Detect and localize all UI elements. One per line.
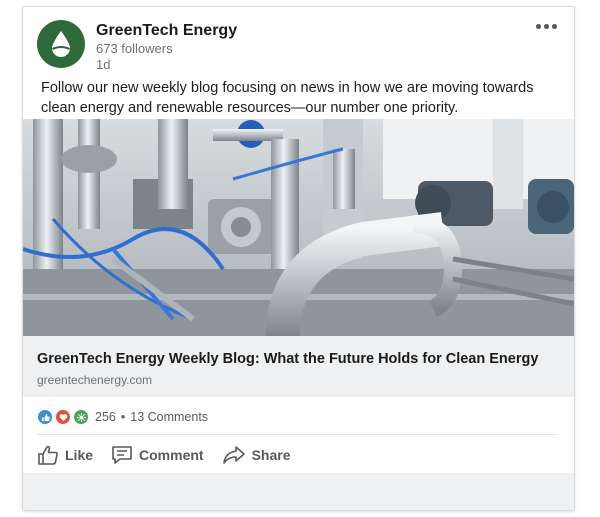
share-label: Share (251, 447, 291, 463)
more-dot-icon (552, 23, 557, 29)
comment-section-band (23, 473, 574, 510)
like-reaction-icon (37, 409, 53, 425)
like-label: Like (65, 447, 94, 463)
post-header: GreenTech Energy 673 followers 1d (23, 7, 574, 77)
share-icon (222, 446, 245, 464)
like-button[interactable]: Like (37, 445, 93, 465)
post-text: Follow our new weekly blog focusing on n… (41, 80, 534, 116)
industrial-pipes-illustration (23, 119, 574, 336)
water-drop-icon (52, 31, 70, 57)
reaction-icons[interactable] (37, 409, 91, 425)
company-name[interactable]: GreenTech Energy (96, 22, 237, 40)
celebrate-reaction-icon (73, 409, 89, 425)
post-card: GreenTech Energy 673 followers 1d Follow… (22, 6, 575, 511)
post-actions: Like Comment Share (37, 440, 309, 470)
thumbs-up-icon (38, 445, 58, 465)
comment-button[interactable]: Comment (111, 445, 204, 465)
love-reaction-icon (55, 409, 71, 425)
more-dot-icon (536, 23, 541, 29)
action-divider (37, 434, 557, 435)
more-options-button[interactable] (536, 21, 560, 31)
comment-icon (112, 446, 132, 464)
share-button[interactable]: Share (222, 445, 291, 465)
post-time: 1d (96, 57, 111, 72)
link-domain: greentechenergy.com (37, 373, 153, 387)
link-title[interactable]: GreenTech Energy Weekly Blog: What the F… (37, 351, 538, 367)
more-dot-icon (544, 23, 549, 29)
comments-count-link[interactable]: 13 Comments (130, 410, 208, 424)
separator-dot: • (120, 410, 126, 424)
follower-count: 673 followers (96, 41, 173, 56)
company-logo[interactable] (37, 20, 85, 68)
social-counts: 256 • 13 Comments (37, 407, 208, 427)
link-preview[interactable]: GreenTech Energy Weekly Blog: What the F… (23, 336, 574, 397)
reaction-count[interactable]: 256 (95, 410, 116, 424)
comment-label: Comment (139, 447, 204, 463)
post-image[interactable] (23, 119, 574, 336)
